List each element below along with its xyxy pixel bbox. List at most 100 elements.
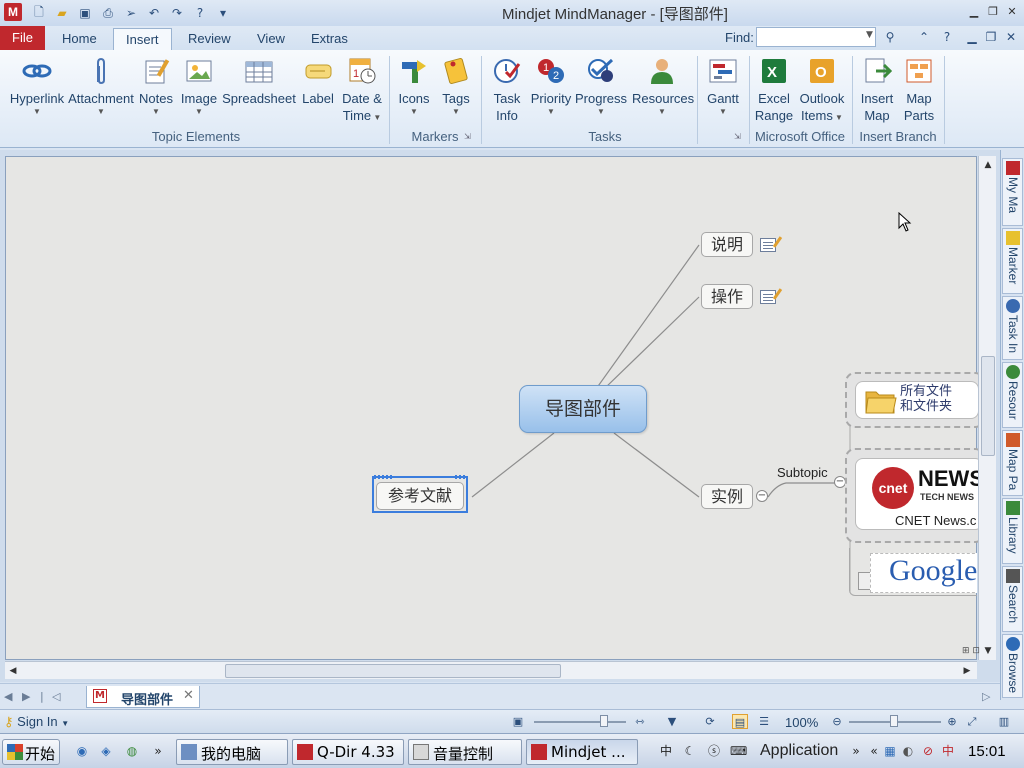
tab-home[interactable]: Home xyxy=(50,28,109,50)
tags-button[interactable]: Tags ▼ xyxy=(438,56,474,117)
language-icon[interactable]: ⓢ xyxy=(706,743,722,759)
map-overview-icon[interactable]: ▣ xyxy=(510,714,526,729)
image-topic-cnet[interactable]: cnet NEWS TECH NEWS CNET News.c xyxy=(845,448,985,543)
side-tab-resources[interactable]: Resour xyxy=(1002,362,1023,428)
notes-button[interactable]: Notes ▼ xyxy=(137,56,175,117)
tab-scroll-right-icon[interactable]: ▷ xyxy=(982,690,990,703)
tray-expand-icon[interactable]: « xyxy=(866,743,882,759)
side-tab-search[interactable]: Search xyxy=(1002,566,1023,632)
quicklaunch-more-icon[interactable]: » xyxy=(150,743,166,759)
ime-chinese-icon[interactable]: 中 xyxy=(940,743,956,759)
tab-file[interactable]: File xyxy=(0,26,45,50)
map-parts-button[interactable]: Map Parts xyxy=(900,56,938,124)
task-info-button[interactable]: Task Info xyxy=(487,56,527,124)
find-input[interactable] xyxy=(756,27,876,47)
minimize-button[interactable]: ▁ xyxy=(966,5,982,19)
document-tab[interactable]: M 导图部件 ✕ xyxy=(86,686,200,708)
icons-button[interactable]: Icons ▼ xyxy=(396,56,432,117)
speaker-icon[interactable]: ◐ xyxy=(900,743,916,759)
start-button[interactable]: 开始 xyxy=(2,739,60,765)
progress-button[interactable]: Progress ▼ xyxy=(574,56,628,117)
notes-icon[interactable] xyxy=(760,290,776,304)
tab-view[interactable]: View xyxy=(245,28,297,50)
doc-minimize-icon[interactable]: ▁ xyxy=(964,29,980,45)
close-button[interactable]: ✕ xyxy=(1004,5,1020,19)
topic-shili[interactable]: 实例 xyxy=(701,484,753,509)
topic-caozuo[interactable]: 操作 xyxy=(701,284,753,309)
side-tab-map-parts[interactable]: Map Pa xyxy=(1002,430,1023,496)
toolbar-more-icon[interactable]: » xyxy=(848,743,864,759)
central-topic[interactable]: 导图部件 xyxy=(519,385,647,433)
vertical-scrollbar[interactable]: ▲ ▼ xyxy=(978,156,996,660)
network-icon[interactable]: ▦ xyxy=(882,743,898,759)
help-icon[interactable]: ? xyxy=(939,29,955,45)
date-time-button[interactable]: 1 Date & Time ▼ xyxy=(339,56,385,126)
attachment-button[interactable]: Attachment ▼ xyxy=(68,56,134,117)
security-icon[interactable]: ⊘ xyxy=(920,743,936,759)
zoom-out-icon[interactable]: ⊖ xyxy=(829,714,845,729)
image-button[interactable]: Image ▼ xyxy=(178,56,220,117)
binoculars-icon[interactable]: ⚲ xyxy=(882,29,898,45)
outline-view-icon[interactable]: ☰ xyxy=(756,714,772,729)
side-tab-library[interactable]: Library xyxy=(1002,498,1023,564)
map-view-icon[interactable]: ▤ xyxy=(732,714,748,729)
doc-close-icon[interactable]: ✕ xyxy=(1003,29,1019,45)
sync-icon[interactable]: ⟳ xyxy=(702,714,718,729)
tab-scroll-left-icon[interactable]: ◁ xyxy=(52,690,60,703)
fit-map-icon[interactable]: ⇿ xyxy=(632,714,648,729)
topic-cankao[interactable]: 参考文献 xyxy=(376,482,464,510)
application-label[interactable]: Application xyxy=(760,742,838,760)
map-canvas[interactable] xyxy=(5,156,977,660)
taskbar-item-volume[interactable]: 音量控制 xyxy=(408,739,522,765)
nav-forward-icon[interactable]: ▶ xyxy=(22,690,30,703)
label-button[interactable]: Label xyxy=(299,56,337,107)
scroll-right-icon[interactable]: ▶ xyxy=(961,665,973,677)
outlook-items-button[interactable]: O Outlook Items ▼ xyxy=(797,56,847,126)
tab-scroll-start-icon[interactable]: | xyxy=(40,690,44,703)
moon-icon[interactable]: ☾ xyxy=(682,743,698,759)
keyboard-icon[interactable]: ⌨ xyxy=(730,743,747,759)
nav-back-icon[interactable]: ◀ xyxy=(4,690,12,703)
tasks-dialog-launcher-icon[interactable]: ⇲ xyxy=(734,132,741,141)
ie-browser-icon[interactable]: ◉ xyxy=(74,743,90,759)
selection-handle[interactable] xyxy=(374,475,394,479)
zoom-slider-knob[interactable] xyxy=(890,715,898,727)
topic-shuoming[interactable]: 说明 xyxy=(701,232,753,257)
image-topic-folder[interactable]: 所有文件 和文件夹 xyxy=(845,372,985,428)
quicklaunch-icon[interactable]: ◍ xyxy=(124,743,140,759)
priority-button[interactable]: 12 Priority ▼ xyxy=(529,56,573,117)
notes-icon[interactable] xyxy=(760,238,776,252)
sign-in-button[interactable]: ⚷ Sign In ▼ xyxy=(4,714,69,730)
insert-map-button[interactable]: Insert Map xyxy=(857,56,897,124)
image-topic-google[interactable]: Google xyxy=(849,548,977,596)
restore-button[interactable]: ❐ xyxy=(985,5,1001,19)
tab-extras[interactable]: Extras xyxy=(299,28,360,50)
tab-insert[interactable]: Insert xyxy=(113,28,172,51)
fit-page-icon[interactable]: ⤢ xyxy=(964,714,980,729)
hyperlink-button[interactable]: Hyperlink ▼ xyxy=(8,56,66,117)
horizontal-scrollbar[interactable]: ◀ ▶ xyxy=(5,661,977,679)
zoom-in-icon[interactable]: ⊕ xyxy=(944,714,960,729)
horizontal-scroll-thumb[interactable] xyxy=(225,664,561,678)
taskbar-item-mindjet[interactable]: Mindjet ... xyxy=(526,739,638,765)
collapse-ribbon-icon[interactable]: ⌃ xyxy=(916,29,932,45)
tab-review[interactable]: Review xyxy=(176,28,243,50)
selection-handle[interactable] xyxy=(455,475,465,479)
vertical-scroll-thumb[interactable] xyxy=(981,356,995,456)
gantt-button[interactable]: Gantt ▼ xyxy=(704,56,742,117)
slider-knob[interactable] xyxy=(600,715,608,727)
markers-dialog-launcher-icon[interactable]: ⇲ xyxy=(464,132,471,141)
quicklaunch-icon[interactable]: ◈ xyxy=(98,743,114,759)
side-tab-browse[interactable]: Browse xyxy=(1002,634,1023,698)
tab-close-icon[interactable]: ✕ xyxy=(183,688,194,703)
taskbar-item-qdir[interactable]: Q-Dir 4.33 xyxy=(292,739,404,765)
collapse-toggle[interactable]: − xyxy=(756,490,768,502)
excel-range-button[interactable]: X Excel Range xyxy=(754,56,794,124)
side-tab-task-info[interactable]: Task In xyxy=(1002,296,1023,360)
panel-toggle-icon[interactable]: ▥ xyxy=(996,714,1012,729)
scroll-left-icon[interactable]: ◀ xyxy=(7,665,19,677)
input-method-icon[interactable]: 中 xyxy=(658,743,674,759)
filter-icon[interactable]: ▼ xyxy=(664,714,680,729)
doc-restore-icon[interactable]: ❐ xyxy=(983,29,999,45)
side-tab-markers[interactable]: Marker xyxy=(1002,228,1023,294)
